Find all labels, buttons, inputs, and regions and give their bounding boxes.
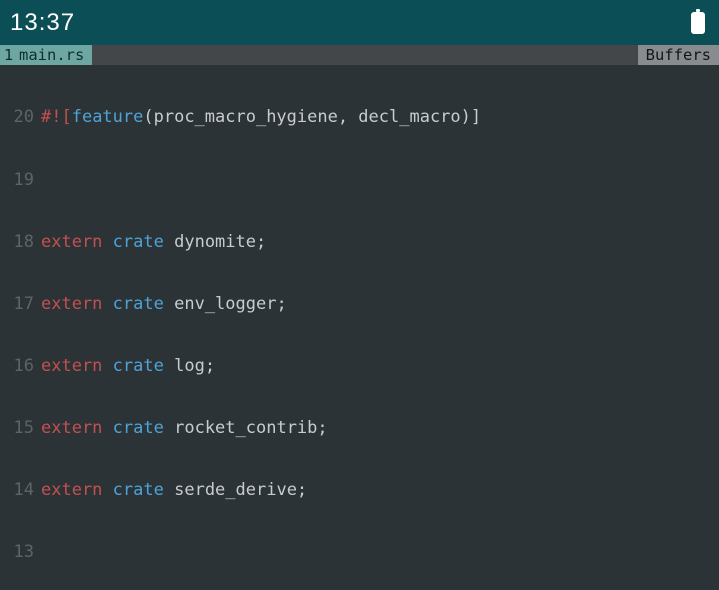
code-line[interactable]: extern crate log; bbox=[41, 356, 719, 377]
code-line[interactable]: extern crate serde_derive; bbox=[41, 480, 719, 501]
line-number: 16 bbox=[0, 356, 34, 377]
line-number: 20 bbox=[0, 107, 34, 128]
code-line[interactable] bbox=[41, 170, 719, 191]
code-line[interactable]: extern crate rocket_contrib; bbox=[41, 418, 719, 439]
tab-filename[interactable]: main.rs bbox=[17, 45, 92, 65]
code-line[interactable]: extern crate env_logger; bbox=[41, 294, 719, 315]
line-number: 19 bbox=[0, 170, 34, 191]
code-line[interactable] bbox=[41, 542, 719, 563]
code-line[interactable]: extern crate dynomite; bbox=[41, 232, 719, 253]
android-status-bar: 13:37 bbox=[0, 0, 719, 45]
code-area[interactable]: #![feature(proc_macro_hygiene, decl_macr… bbox=[37, 66, 719, 590]
line-number: 17 bbox=[0, 294, 34, 315]
tab-index[interactable]: 1 bbox=[0, 45, 17, 65]
line-number: 14 bbox=[0, 480, 34, 501]
line-number-gutter: 20 19 18 17 16 15 14 13 12 11 10 9 8 7 6… bbox=[0, 66, 37, 590]
code-line[interactable]: #![feature(proc_macro_hygiene, decl_macr… bbox=[41, 107, 719, 128]
line-number: 15 bbox=[0, 418, 34, 439]
line-number: 18 bbox=[0, 232, 34, 253]
status-time: 13:37 bbox=[10, 9, 75, 37]
battery-icon bbox=[691, 12, 705, 34]
tab-spacer bbox=[92, 45, 637, 65]
editor-tab-bar: 1 main.rs Buffers bbox=[0, 45, 719, 65]
code-editor[interactable]: 20 19 18 17 16 15 14 13 12 11 10 9 8 7 6… bbox=[0, 65, 719, 590]
buffers-button[interactable]: Buffers bbox=[638, 45, 719, 65]
line-number: 13 bbox=[0, 542, 34, 563]
